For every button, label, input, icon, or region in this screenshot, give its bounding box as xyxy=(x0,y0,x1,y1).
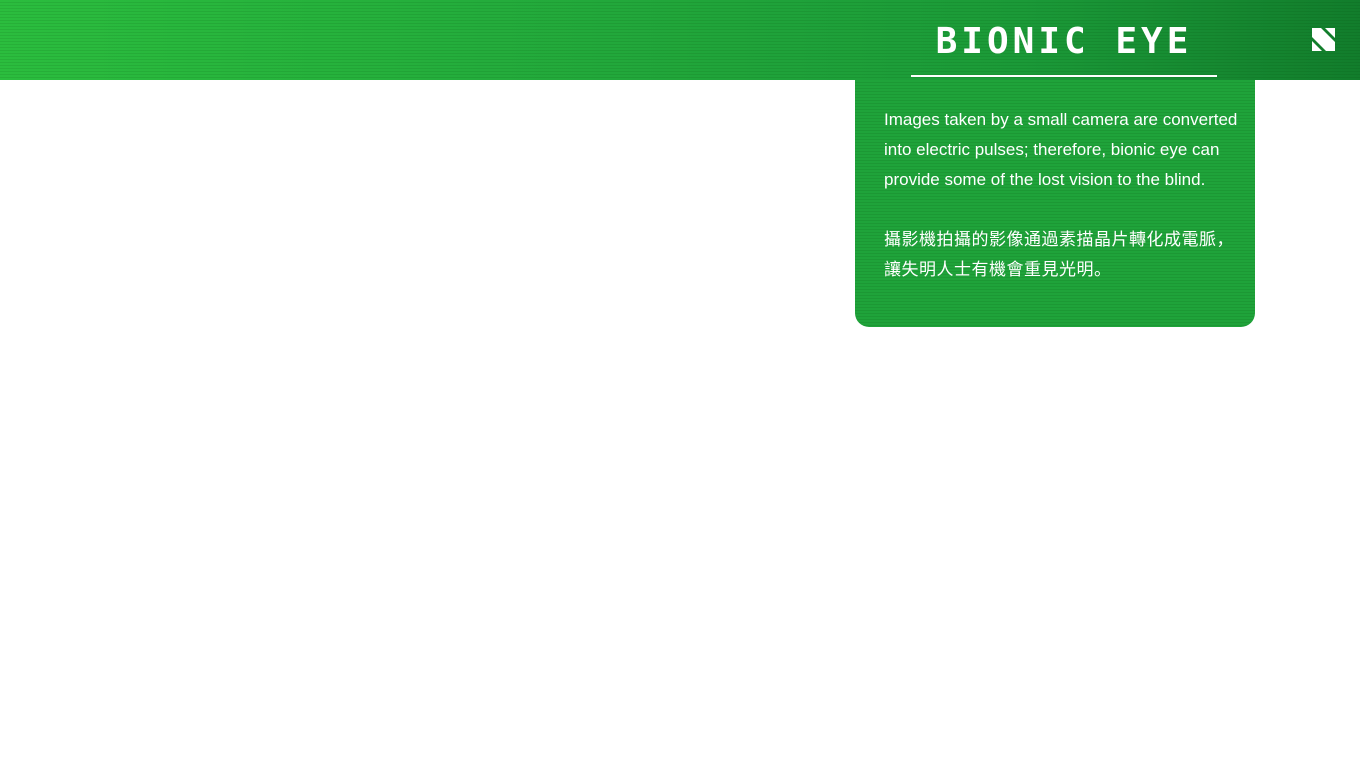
description-chinese: 攝影機拍攝的影像通過素描晶片轉化成電脈，讓失明人士有機會重見光明。 xyxy=(884,230,1234,280)
n-logo-icon[interactable] xyxy=(1312,28,1335,51)
description-english: Images taken by a small camera are conve… xyxy=(884,110,1238,189)
title-divider xyxy=(911,75,1217,77)
n-logo-svg xyxy=(1312,28,1335,51)
page-title: BIONIC EYE xyxy=(935,21,1193,62)
